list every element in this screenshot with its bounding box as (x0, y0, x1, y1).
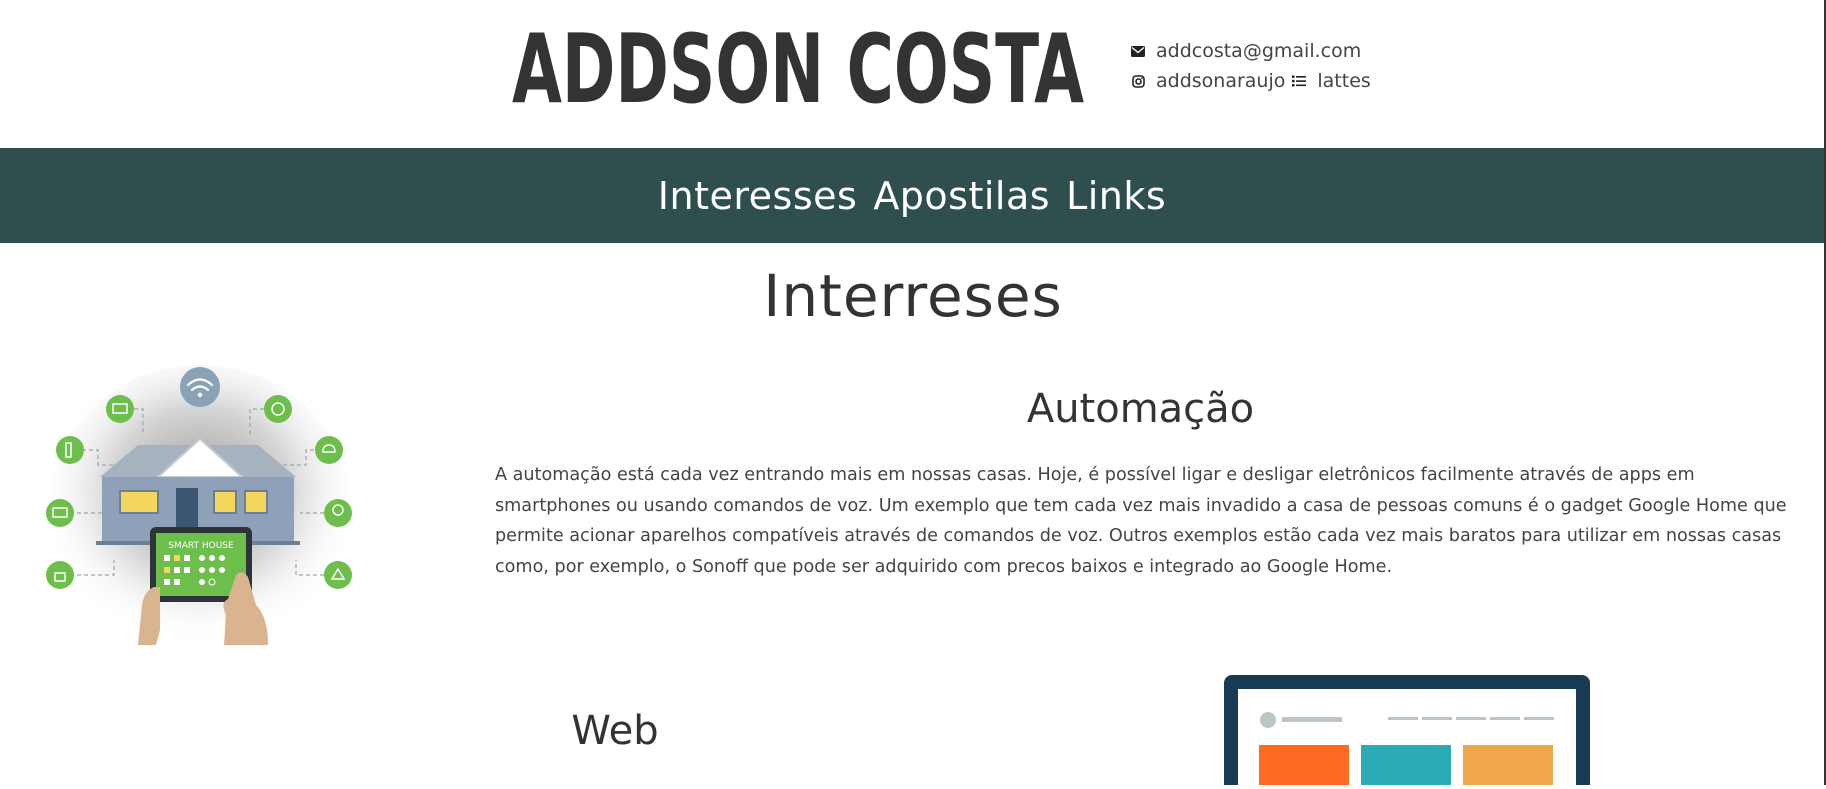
nav-item-links[interactable]: Links (1066, 174, 1166, 218)
brand-logo[interactable]: ADDSON COSTA (512, 12, 1090, 112)
smart-house-label: SMART HOUSE (168, 541, 234, 551)
nav-item-apostilas[interactable]: Apostilas (873, 174, 1050, 218)
email-row: addcosta@gmail.com (1130, 36, 1371, 66)
section-title: Interreses (763, 262, 1063, 330)
site-header: ADDSON COSTA addcosta@gmail.com addsonar… (0, 0, 1826, 148)
list-icon (1291, 73, 1307, 89)
instagram-icon (1130, 73, 1146, 89)
web-title: Web (571, 708, 659, 754)
instagram-link[interactable]: addsonaraujo (1156, 66, 1285, 96)
brand-title: ADDSON COSTA (512, 14, 1084, 112)
automacao-text: A automação está cada vez entrando mais … (495, 465, 1787, 577)
automacao-title: Automação (1026, 386, 1255, 432)
social-row: addsonaraujo lattes (1130, 66, 1371, 96)
web-monitor-illustration (1224, 675, 1590, 789)
lattes-link[interactable]: lattes (1317, 66, 1370, 96)
smart-house-illustration: SMART HOUSE (38, 355, 368, 645)
nav-item-interesses[interactable]: Interesses (658, 174, 858, 218)
email-link[interactable]: addcosta@gmail.com (1156, 36, 1361, 66)
envelope-icon (1130, 43, 1146, 59)
main-nav: Interesses Apostilas Links (0, 148, 1824, 243)
contact-list: addcosta@gmail.com addsonaraujo lattes (1130, 36, 1371, 96)
